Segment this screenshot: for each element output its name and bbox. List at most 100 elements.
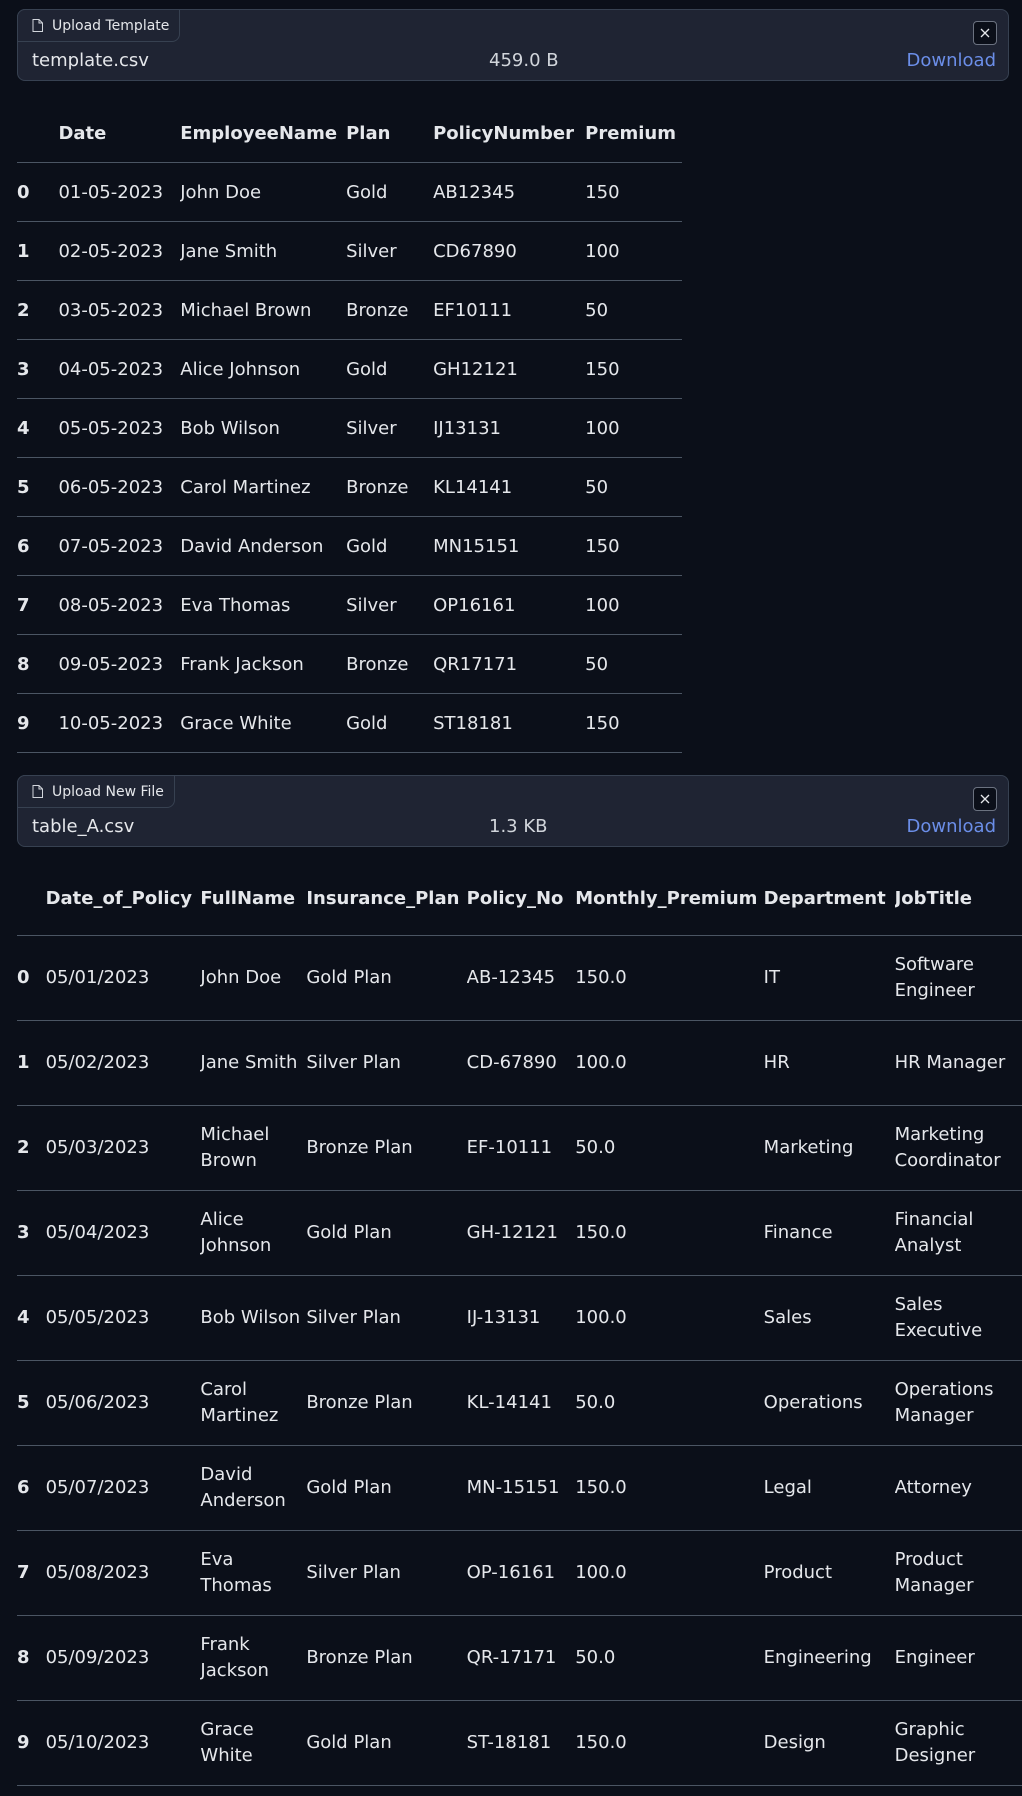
table-cell: GH-12121 xyxy=(466,1190,576,1276)
column-header[interactable]: JobTitle xyxy=(894,862,1022,936)
table-cell: Carol Martinez xyxy=(180,457,347,517)
clear-new-file-button[interactable] xyxy=(973,787,997,811)
file-icon xyxy=(30,785,44,799)
row-index: 0 xyxy=(17,162,59,222)
table-cell: Sales Executive xyxy=(894,1275,1022,1361)
table-cell: 150.0 xyxy=(575,1190,764,1276)
table-cell: Graphic Designer xyxy=(894,1700,1022,1786)
upload-new-file-label-text: Upload New File xyxy=(52,783,164,800)
template-table-container: Date EmployeeName Plan PolicyNumber Premium … xyxy=(17,104,682,753)
table-cell: OP16161 xyxy=(433,575,586,635)
table-cell: Product Manager xyxy=(894,1530,1022,1616)
new-file-table-body: 0 05/01/2023 John Doe Gold Plan AB-12345 150.… xyxy=(17,935,1022,1786)
table-cell: IT xyxy=(763,935,895,1021)
column-header[interactable]: EmployeeName xyxy=(180,104,347,163)
column-header[interactable]: Insurance_Plan xyxy=(306,862,467,936)
table-cell: 05/08/2023 xyxy=(45,1530,201,1616)
table-cell: 05-05-2023 xyxy=(58,398,181,458)
table-cell: 05/06/2023 xyxy=(45,1360,201,1446)
table-cell: 50 xyxy=(585,457,682,517)
table-row: 8 05/09/2023 Frank Jackson Bronze Plan QR-17… xyxy=(17,1615,1022,1701)
table-cell: 50 xyxy=(585,280,682,340)
table-cell: Frank Jackson xyxy=(200,1615,307,1701)
table-cell: ST18181 xyxy=(433,693,586,753)
new-file-row: table_A.csv 1.3 KB Download xyxy=(32,816,996,840)
column-header[interactable]: PolicyNumber xyxy=(433,104,586,163)
clear-template-button[interactable] xyxy=(973,21,997,45)
table-row: 5 06-05-2023 Carol Martinez Bronze KL14141 50 xyxy=(17,457,682,517)
table-cell: 05/03/2023 xyxy=(45,1105,201,1191)
table-cell: Silver xyxy=(346,575,434,635)
table-cell: Grace White xyxy=(180,693,347,753)
new-file-size: 1.3 KB xyxy=(489,816,548,837)
table-cell: Gold xyxy=(346,162,434,222)
table-cell: MN-15151 xyxy=(466,1445,576,1531)
template-file-name: template.csv xyxy=(32,50,149,71)
column-header[interactable]: Premium xyxy=(585,104,682,163)
table-cell: 100 xyxy=(585,221,682,281)
new-file-upload-card: Upload New File table_A.csv 1.3 KB Downl… xyxy=(17,775,1009,847)
column-header[interactable]: Plan xyxy=(346,104,434,163)
table-cell: 50.0 xyxy=(575,1360,764,1446)
table-cell: 150 xyxy=(585,162,682,222)
row-index: 9 xyxy=(17,693,59,753)
table-cell: Software Engineer xyxy=(894,935,1022,1021)
index-column-header[interactable] xyxy=(17,104,59,163)
column-header[interactable]: FullName xyxy=(200,862,307,936)
table-cell: Gold Plan xyxy=(306,1700,467,1786)
table-cell: 100.0 xyxy=(575,1530,764,1616)
template-upload-card: Upload Template template.csv 459.0 B Dow… xyxy=(17,9,1009,81)
table-cell: Eva Thomas xyxy=(180,575,347,635)
column-header[interactable]: Monthly_Premium xyxy=(575,862,764,936)
table-cell: Operations Manager xyxy=(894,1360,1022,1446)
table-cell: Finance xyxy=(763,1190,895,1276)
row-index: 9 xyxy=(17,1700,46,1786)
table-cell: Carol Martinez xyxy=(200,1360,307,1446)
table-cell: IJ-13131 xyxy=(466,1275,576,1361)
table-cell: Engineering xyxy=(763,1615,895,1701)
table-cell: 05/09/2023 xyxy=(45,1615,201,1701)
table-cell: HR Manager xyxy=(894,1020,1022,1106)
table-cell: HR xyxy=(763,1020,895,1106)
column-header[interactable]: Policy_No xyxy=(466,862,576,936)
table-cell: Silver xyxy=(346,398,434,458)
table-cell: Marketing Coordinator xyxy=(894,1105,1022,1191)
table-cell: GH12121 xyxy=(433,339,586,399)
table-cell: Michael Brown xyxy=(180,280,347,340)
new-file-table-container: Date_of_Policy FullName Insurance_Plan Poli… xyxy=(17,862,1022,1786)
close-icon xyxy=(980,28,990,38)
table-cell: 100.0 xyxy=(575,1275,764,1361)
row-index: 4 xyxy=(17,398,59,458)
template-table: Date EmployeeName Plan PolicyNumber Premium … xyxy=(17,104,682,753)
upload-template-label: Upload Template xyxy=(17,9,181,42)
index-column-header[interactable] xyxy=(17,862,46,936)
table-cell: 05/01/2023 xyxy=(45,935,201,1021)
column-header[interactable]: Department xyxy=(763,862,895,936)
template-download-link[interactable]: Download xyxy=(907,50,996,71)
table-cell: Gold xyxy=(346,339,434,399)
table-cell: Bronze Plan xyxy=(306,1105,467,1191)
table-cell: Gold xyxy=(346,693,434,753)
table-cell: OP-16161 xyxy=(466,1530,576,1616)
upload-new-file-label: Upload New File xyxy=(17,775,175,808)
column-header[interactable]: Date xyxy=(58,104,181,163)
table-cell: 05/05/2023 xyxy=(45,1275,201,1361)
table-cell: QR-17171 xyxy=(466,1615,576,1701)
row-index: 1 xyxy=(17,221,59,281)
new-file-name: table_A.csv xyxy=(32,816,135,837)
new-file-download-link[interactable]: Download xyxy=(907,816,996,837)
table-cell: 150 xyxy=(585,693,682,753)
table-row: 9 10-05-2023 Grace White Gold ST18181 150 xyxy=(17,693,682,753)
table-cell: 150.0 xyxy=(575,1445,764,1531)
table-cell: 03-05-2023 xyxy=(58,280,181,340)
table-cell: Frank Jackson xyxy=(180,634,347,694)
close-icon xyxy=(980,794,990,804)
table-row: 9 05/10/2023 Grace White Gold Plan ST-18181 1… xyxy=(17,1700,1022,1786)
table-cell: Bronze xyxy=(346,280,434,340)
table-cell: Jane Smith xyxy=(200,1020,307,1106)
table-row: 0 05/01/2023 John Doe Gold Plan AB-12345 150.… xyxy=(17,935,1022,1021)
table-cell: 50.0 xyxy=(575,1105,764,1191)
table-cell: EF-10111 xyxy=(466,1105,576,1191)
row-index: 8 xyxy=(17,1615,46,1701)
column-header[interactable]: Date_of_Policy xyxy=(45,862,201,936)
